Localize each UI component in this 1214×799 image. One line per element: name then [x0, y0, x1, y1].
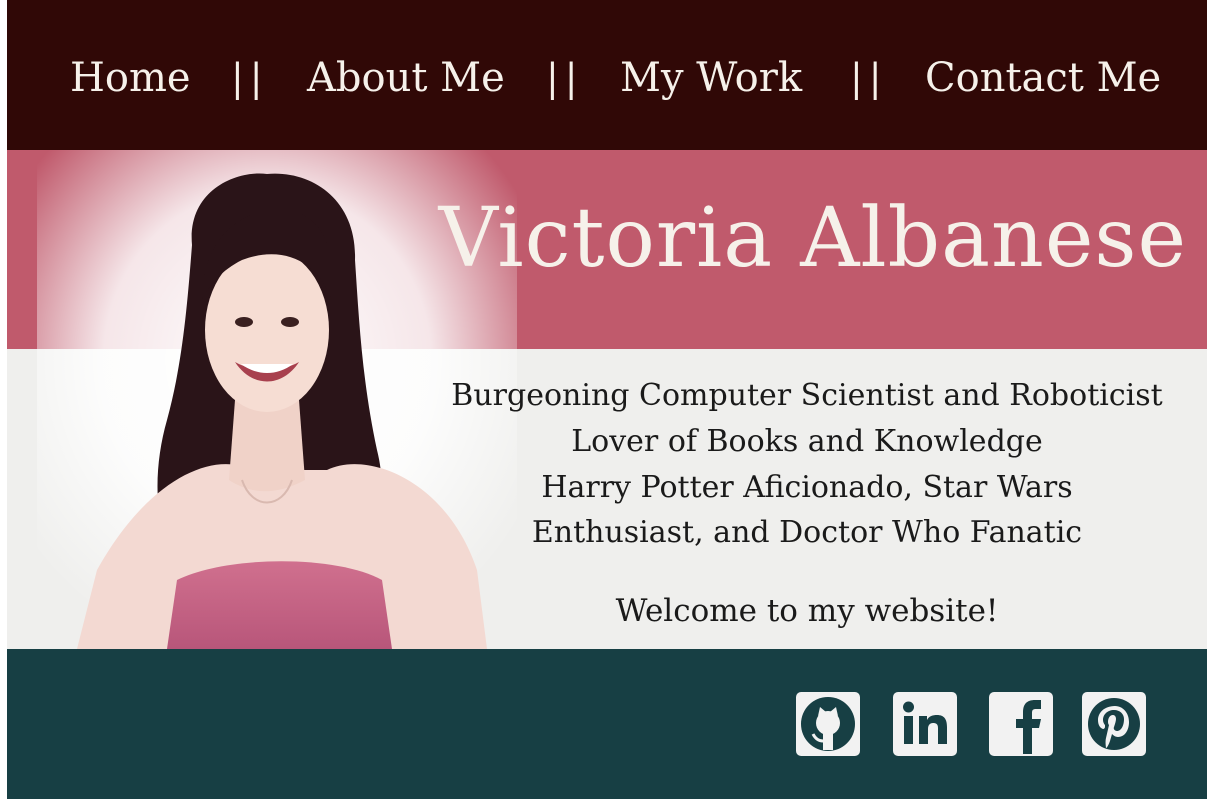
facebook-icon — [991, 694, 1051, 754]
nav-separator: || — [231, 56, 269, 100]
nav-separator: || — [546, 56, 584, 100]
nav-contact-link[interactable]: Contact Me — [925, 50, 1161, 106]
tagline-line: Enthusiast, and Doctor Who Fanatic — [531, 515, 1083, 550]
tagline-line: Burgeoning Computer Scientist and Roboti… — [451, 378, 1163, 413]
page: Home || About Me || My Work || Contact M… — [7, 0, 1207, 799]
page-title: Victoria Albanese — [438, 191, 1187, 286]
top-nav: Home || About Me || My Work || Contact M… — [7, 0, 1207, 150]
nav-separator: || — [850, 56, 888, 100]
github-icon — [798, 694, 858, 754]
nav-about-link[interactable]: About Me — [307, 50, 505, 106]
facebook-link[interactable] — [989, 692, 1053, 756]
linkedin-link[interactable] — [893, 692, 957, 756]
github-link[interactable] — [796, 692, 860, 756]
pinterest-link[interactable] — [1082, 692, 1146, 756]
tagline-line: Lover of Books and Knowledge — [571, 424, 1043, 459]
nav-work-link[interactable]: My Work — [620, 50, 802, 106]
pinterest-icon — [1084, 694, 1144, 754]
welcome-message: Welcome to my website! — [615, 593, 999, 629]
nav-home-link[interactable]: Home — [70, 50, 191, 106]
tagline-line: Harry Potter Aficionado, Star Wars — [541, 470, 1073, 505]
linkedin-icon — [895, 694, 955, 754]
